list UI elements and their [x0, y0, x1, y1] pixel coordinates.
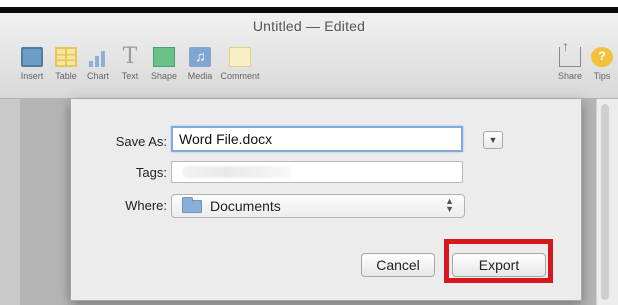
export-highlight-box [444, 239, 553, 283]
media-icon [189, 47, 211, 67]
text-icon: T [122, 44, 138, 69]
scrollbar-thumb[interactable] [601, 104, 609, 300]
toolbar-tips-button[interactable]: ? Tips [580, 47, 618, 81]
toolbar-media-label: Media [187, 71, 213, 81]
toolbar-media-button[interactable]: Media [178, 47, 222, 81]
insert-icon [21, 47, 43, 67]
expand-dialog-button[interactable]: ▼ [483, 131, 503, 149]
window-title: Untitled — Edited [252, 18, 366, 34]
share-icon [559, 38, 581, 67]
shape-icon [153, 47, 175, 67]
toolbar-comment-button[interactable]: Comment [218, 47, 262, 81]
updown-arrows-icon: ▲ ▼ [445, 196, 454, 214]
comment-icon [229, 47, 251, 67]
tips-icon: ? [591, 47, 613, 67]
toolbar-comment-label: Comment [220, 71, 260, 81]
save-as-field[interactable] [171, 126, 463, 152]
folder-icon [182, 197, 202, 213]
tags-redaction [182, 166, 292, 178]
top-crop-strip [0, 0, 618, 13]
where-popup[interactable]: Documents ▲ ▼ [171, 194, 465, 218]
toolbar-tips-label: Tips [593, 71, 611, 81]
chart-icon [87, 47, 109, 67]
save-as-label: Save As: [115, 134, 167, 149]
table-icon [55, 47, 77, 67]
window-toolbar: Untitled — Edited Insert Table Chart T T… [0, 13, 618, 99]
where-popup-value: Documents [210, 198, 281, 214]
document-left-margin [0, 99, 20, 305]
tags-label: Tags: [135, 165, 167, 180]
chevron-down-icon: ▼ [488, 135, 498, 145]
tags-field[interactable] [171, 161, 463, 183]
where-label: Where: [125, 198, 167, 213]
cancel-button[interactable]: Cancel [361, 253, 435, 277]
